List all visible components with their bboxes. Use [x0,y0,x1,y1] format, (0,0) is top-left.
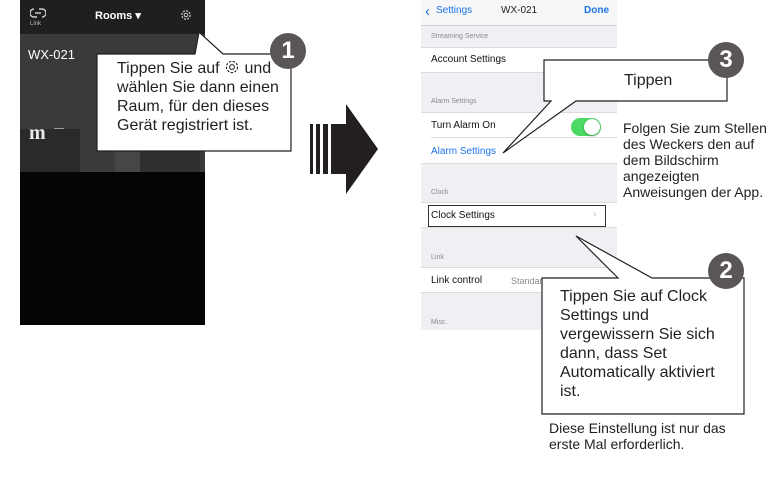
chevron-right-icon: › [593,209,597,220]
callout-two-text: Tippen Sie auf Clock Settings und vergew… [560,288,715,400]
first-time-note: Diese Einstellung ist nur das erste Mal … [549,420,726,452]
link-icon[interactable] [30,6,46,20]
section-header-misc: Misc. [431,319,448,326]
callout-one-text-start: Tippen Sie auf [117,60,220,77]
section-header-clock: Clock [431,189,449,196]
step-badge-2: 2 [708,253,744,289]
alarm-settings-link[interactable]: Alarm Settings [431,146,496,157]
link-control-value: Standar [511,276,543,286]
back-button[interactable]: Settings [436,5,472,16]
step-badge-3: 3 [708,42,744,78]
section-header-link: Link [431,254,444,261]
device-name: WX-021 [28,47,75,62]
gear-icon[interactable] [179,8,193,22]
alarm-instruction-note: Folgen Sie zum Stellen des Weckers den a… [623,120,767,200]
chevron-left-icon[interactable]: ‹ [425,3,430,20]
link-control-label: Link control [431,275,483,286]
rooms-dropdown[interactable]: Rooms ▾ [95,9,141,22]
logo-divider [54,128,64,129]
callout-three-text: Tippen [624,72,673,89]
screen-title: WX-021 [501,5,538,16]
done-button[interactable]: Done [584,5,609,16]
clock-settings-label: Clock Settings [431,210,495,221]
callout-one-text: Tippen Sie auf und wählen Sie dann einen… [117,59,287,135]
link-label: Link [30,21,42,27]
service-logo: m [29,122,46,144]
arrow-right-icon [310,104,378,194]
gear-icon [225,60,239,74]
section-header-streaming: Streaming Service [431,33,489,40]
turn-alarm-on-label: Turn Alarm On [431,120,496,131]
section-header-alarm: Alarm Settings [431,98,477,105]
step-badge-1: 1 [270,33,306,69]
